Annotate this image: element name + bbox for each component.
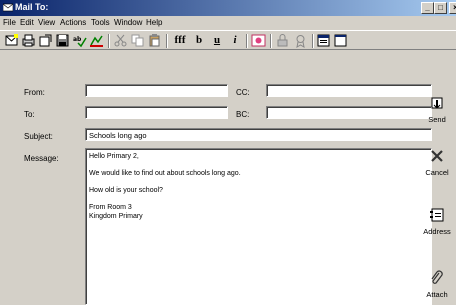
address-book-icon (317, 34, 330, 47)
save-button[interactable] (55, 33, 70, 48)
message-greeting: Hello Primary 2, (89, 153, 139, 160)
menu-actions[interactable]: Actions (60, 18, 86, 27)
menu-help[interactable]: Help (146, 18, 162, 27)
paperclip-icon (429, 270, 445, 286)
print-button[interactable] (21, 33, 36, 48)
scissors-icon (114, 34, 127, 47)
maximize-button[interactable]: □ (434, 2, 447, 14)
cancel-button[interactable]: Cancel (418, 148, 456, 177)
from-label: From: (24, 88, 45, 97)
cut-button[interactable] (113, 33, 128, 48)
window-icon (334, 34, 347, 47)
printer-icon (22, 34, 35, 47)
title-bar[interactable]: Mail To: _ □ × (0, 0, 456, 16)
new-message-button[interactable] (4, 33, 19, 48)
spell-check-icon: ab (73, 36, 87, 48)
menu-bar: File Edit View Actions Tools Window Help (0, 16, 456, 30)
message-line: How old is your school? (89, 187, 163, 194)
spell-check-button[interactable]: ab (72, 33, 87, 48)
underline-button[interactable]: u (210, 33, 224, 48)
paste-icon (149, 34, 160, 47)
cancel-x-icon (429, 148, 445, 164)
toolbar-separator (246, 34, 248, 48)
toolbar-separator (166, 34, 168, 48)
minimize-button[interactable]: _ (421, 2, 434, 14)
to-field[interactable] (85, 106, 228, 119)
menu-file[interactable]: File (3, 18, 16, 27)
address-label: Address (423, 227, 451, 236)
window-title: Mail To: (15, 2, 49, 12)
menu-window[interactable]: Window (114, 18, 142, 27)
window-button[interactable] (333, 33, 348, 48)
subject-label: Subject: (24, 132, 53, 141)
certificate-icon (296, 35, 305, 48)
close-button[interactable]: × (449, 2, 456, 14)
minimize-icon: _ (425, 3, 430, 12)
message-signature: Kingdom Primary (89, 213, 143, 220)
bc-field[interactable] (266, 106, 432, 119)
send-button[interactable]: Send (418, 95, 456, 124)
address-button[interactable]: Address (418, 207, 456, 236)
mail-icon (2, 3, 14, 12)
maximize-icon: □ (438, 3, 443, 12)
attach-label: Attach (426, 290, 448, 299)
message-label: Message: (24, 154, 59, 163)
toolbar-separator (312, 34, 314, 48)
paste-button[interactable] (147, 33, 162, 48)
bc-label: BC: (236, 110, 250, 119)
svg-text:ab: ab (73, 36, 82, 43)
save-icon (56, 34, 69, 47)
italic-button[interactable]: i (228, 33, 242, 48)
new-message-icon (5, 34, 18, 46)
lock-icon (277, 34, 288, 47)
send-icon (429, 95, 445, 111)
signature-icon (90, 35, 103, 47)
menu-view[interactable]: View (38, 18, 55, 27)
toolbar-separator (108, 34, 110, 48)
open-icon (39, 34, 52, 47)
message-body[interactable]: Hello Primary 2, We would like to find o… (85, 148, 432, 305)
stationery-icon (251, 34, 266, 47)
message-signature: From Room 3 (89, 204, 132, 211)
attach-button[interactable]: Attach (418, 270, 456, 299)
sign-button[interactable] (293, 33, 308, 48)
copy-icon (131, 34, 144, 47)
to-label: To: (24, 110, 35, 119)
subject-field[interactable]: Schools long ago (85, 128, 432, 141)
open-button[interactable] (38, 33, 53, 48)
copy-button[interactable] (130, 33, 145, 48)
toolbar-separator (270, 34, 272, 48)
signature-button[interactable] (89, 33, 104, 48)
cc-label: CC: (236, 88, 250, 97)
menu-edit[interactable]: Edit (20, 18, 34, 27)
bold-button[interactable]: b (192, 33, 206, 48)
address-book-button[interactable] (316, 33, 331, 48)
menu-tools[interactable]: Tools (91, 18, 110, 27)
cc-field[interactable] (266, 84, 432, 97)
stationery-button[interactable] (251, 33, 266, 48)
send-label: Send (428, 115, 446, 124)
message-line: We would like to find out about schools … (89, 170, 241, 177)
encrypt-button[interactable] (275, 33, 290, 48)
cancel-label: Cancel (425, 168, 449, 177)
from-field[interactable] (85, 84, 228, 97)
address-book-icon (429, 207, 445, 223)
font-button[interactable]: fff (171, 33, 189, 48)
toolbar: ab fff b u i (0, 30, 456, 50)
